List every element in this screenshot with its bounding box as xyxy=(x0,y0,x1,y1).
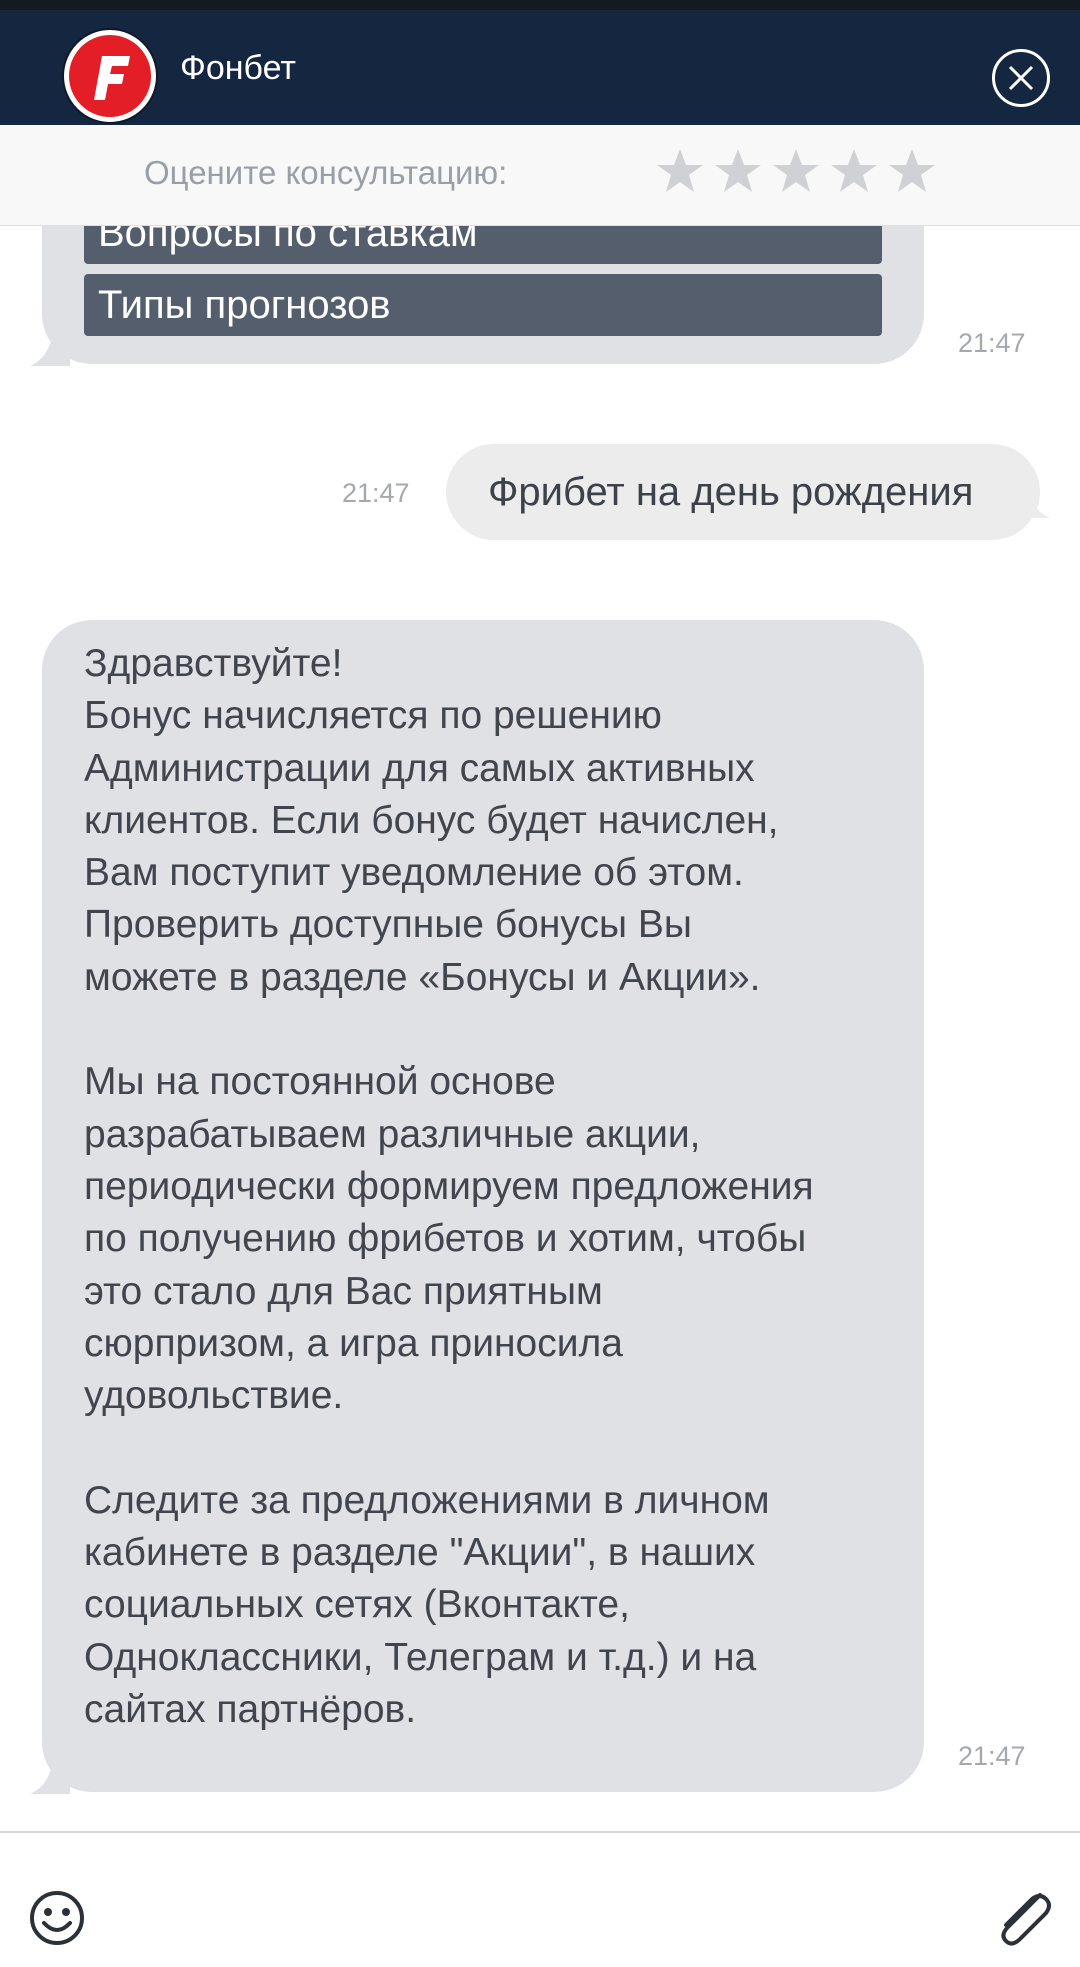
text-line: Администрации для самых активных xyxy=(84,746,755,790)
user-message-text: Фрибет на день рождения xyxy=(488,470,974,514)
text-line: Мы на постоянной основе xyxy=(84,1060,556,1104)
smiley-icon[interactable] xyxy=(28,1889,86,1947)
text-line: по получению фрибетов и хотим, чтобы xyxy=(84,1217,807,1261)
message-time: 21:47 xyxy=(958,328,1026,358)
text-line: кабинете в разделе "Акции", в наших xyxy=(84,1531,756,1575)
text-line: Здравствуйте! xyxy=(84,642,343,685)
quick-reply-forecast-types[interactable]: Типы прогнозов xyxy=(84,274,882,336)
app-title: Фонбет xyxy=(180,49,296,87)
close-icon xyxy=(1008,65,1034,91)
message-composer xyxy=(0,1831,1080,1967)
text-line: разрабатываем различные акции, xyxy=(84,1112,701,1156)
star-icon-1[interactable] xyxy=(655,146,705,196)
text-line: Одноклассники, Телеграм и т.д.) и на xyxy=(84,1635,757,1679)
status-strip xyxy=(0,0,1080,10)
text-line: Вам поступит уведомление об этом. xyxy=(84,851,744,895)
chat-history[interactable]: Вопросы по ставкам Типы прогнозов 21:47 … xyxy=(0,226,1080,1831)
chat-header: Фонбет xyxy=(0,10,1080,125)
text-line: периодически формируем предложения xyxy=(84,1164,814,1208)
star-icon-2[interactable] xyxy=(713,146,763,196)
text-line: социальных сетях (Вконтакте, xyxy=(84,1583,630,1627)
text-line: сайтах партнёров. xyxy=(84,1687,417,1731)
star-icon-4[interactable] xyxy=(829,146,879,196)
quick-reply-bet-questions[interactable]: Вопросы по ставкам xyxy=(84,226,882,264)
text-line: Проверить доступные бонусы Вы xyxy=(84,903,692,947)
text-line: это стало для Вас приятным xyxy=(84,1269,603,1313)
text-line: удовольствие. xyxy=(84,1374,344,1418)
text-line: можете в разделе «Бонусы и Акции». xyxy=(84,955,761,999)
close-button[interactable] xyxy=(992,49,1050,107)
message-time: 21:47 xyxy=(342,478,410,508)
text-line: Бонус начисляется по решению xyxy=(84,694,662,738)
star-icon-5[interactable] xyxy=(887,146,937,196)
paperclip-icon[interactable] xyxy=(990,1885,1056,1951)
text-line: сюрпризом, а игра приносила xyxy=(84,1321,623,1365)
text-line: клиентов. Если бонус будет начислен, xyxy=(84,798,779,842)
message-time: 21:47 xyxy=(958,1741,1026,1771)
bot-message-text: Здравствуйте! Бонус начисляется по решен… xyxy=(84,638,904,1736)
star-icon-3[interactable] xyxy=(771,146,821,196)
fonbet-logo xyxy=(62,28,158,124)
rating-label: Оцените консультацию: xyxy=(144,154,508,191)
text-line: Следите за предложениями в личном xyxy=(84,1478,770,1522)
